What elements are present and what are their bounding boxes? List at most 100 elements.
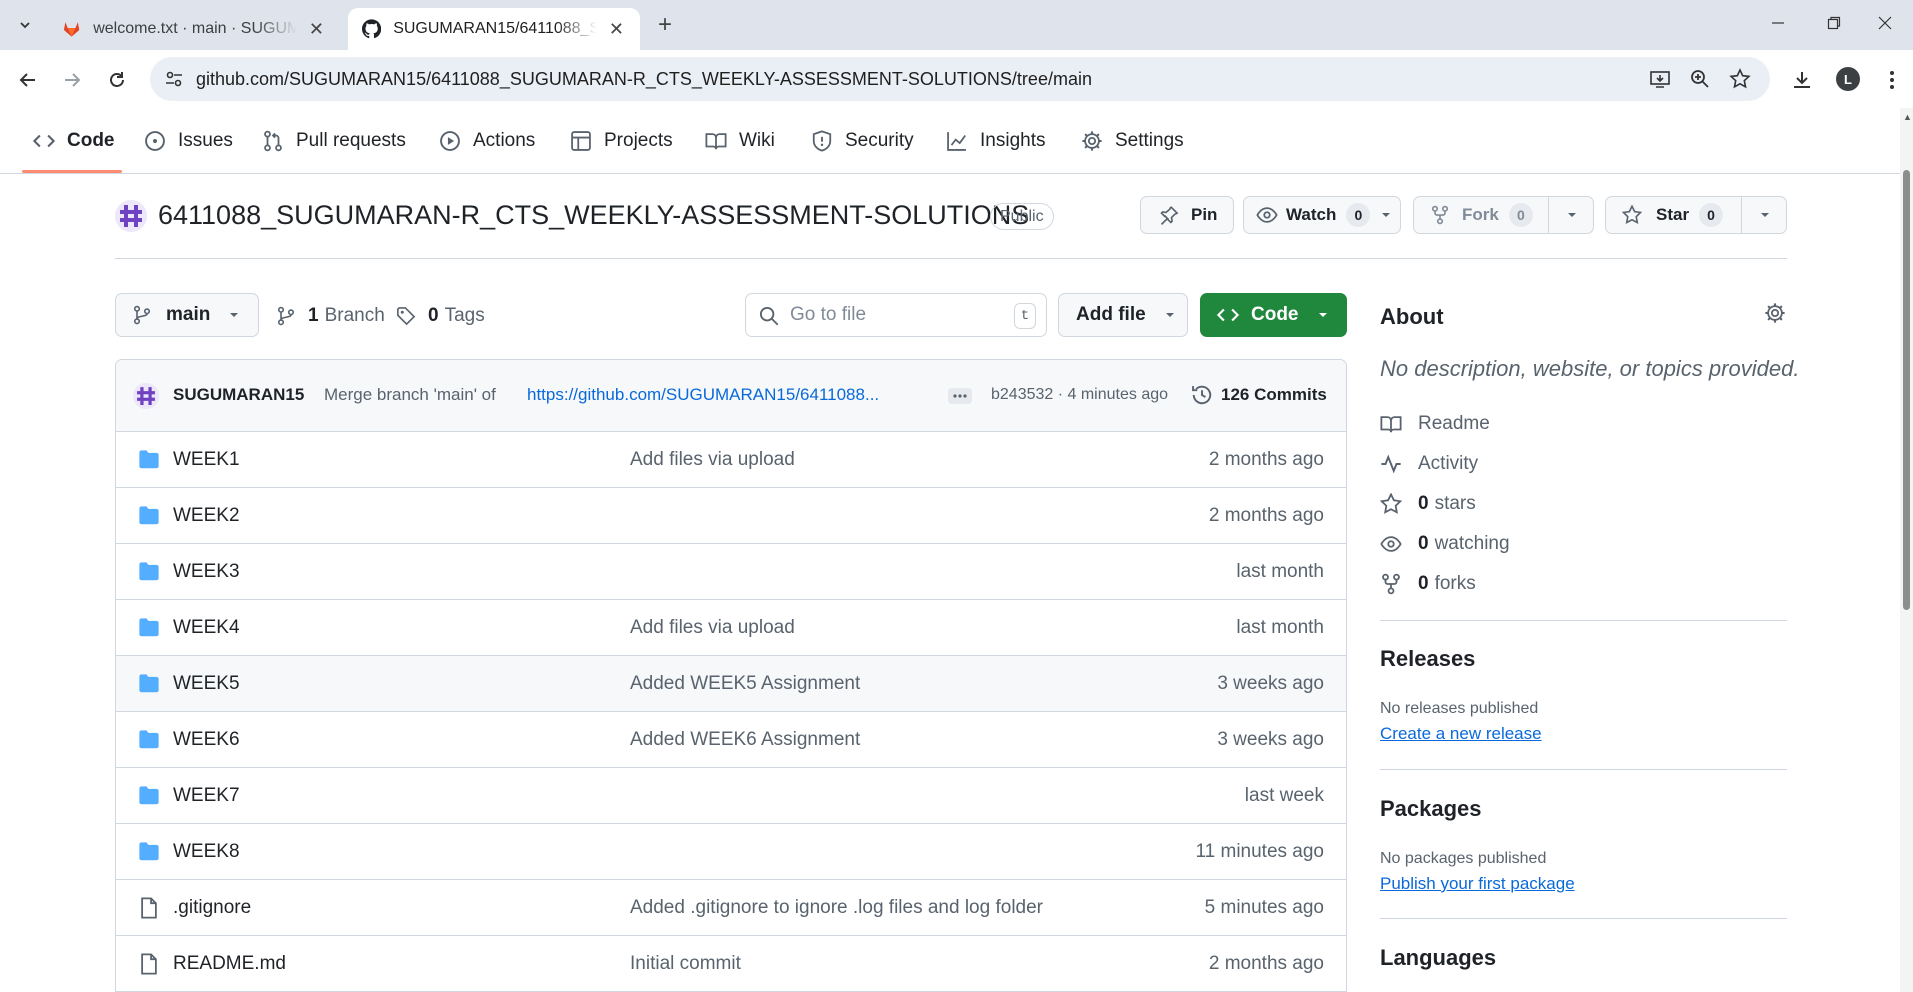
file-row[interactable]: WEEK1 Add files via upload 2 months ago bbox=[116, 432, 1346, 488]
tab-code[interactable]: Code bbox=[33, 124, 115, 158]
downloads-button[interactable] bbox=[1786, 64, 1818, 96]
releases-empty-text: No releases published bbox=[1380, 700, 1539, 717]
site-info-icon[interactable] bbox=[162, 67, 186, 91]
repo-owner-avatar[interactable] bbox=[115, 200, 147, 232]
commits-history-link[interactable]: 126 Commits bbox=[1191, 384, 1327, 406]
repo-title[interactable]: 6411088_SUGUMARAN-R_CTS_WEEKLY-ASSESSMEN… bbox=[158, 200, 1029, 231]
file-name-link[interactable]: WEEK4 bbox=[173, 617, 240, 639]
tab-settings[interactable]: Settings bbox=[1081, 124, 1184, 158]
new-tab-button[interactable]: + bbox=[650, 11, 680, 38]
file-commit-message[interactable]: Add files via upload bbox=[630, 449, 795, 471]
go-to-file-search[interactable]: t bbox=[745, 293, 1047, 337]
zoom-icon[interactable] bbox=[1688, 67, 1712, 91]
minimize-button[interactable] bbox=[1750, 0, 1806, 46]
tab-wiki[interactable]: Wiki bbox=[705, 124, 775, 158]
commit-message[interactable]: Merge branch 'main' of bbox=[324, 385, 496, 405]
file-name-link[interactable]: WEEK6 bbox=[173, 729, 240, 751]
commit-author[interactable]: SUGUMARAN15 bbox=[173, 385, 304, 405]
file-name-link[interactable]: .gitignore bbox=[173, 897, 251, 919]
file-commit-message[interactable]: Added WEEK5 Assignment bbox=[630, 673, 860, 695]
reload-button[interactable] bbox=[101, 64, 133, 96]
close-icon[interactable]: ✕ bbox=[607, 19, 626, 39]
star-dropdown[interactable] bbox=[1741, 197, 1787, 233]
tab-actions[interactable]: Actions bbox=[439, 124, 535, 158]
watch-button[interactable]: Watch 0 bbox=[1243, 196, 1401, 234]
tags-link[interactable]: 0 Tags bbox=[396, 301, 485, 331]
tab-pull-requests[interactable]: Pull requests bbox=[262, 124, 406, 158]
install-app-icon[interactable] bbox=[1648, 67, 1672, 91]
add-file-button[interactable]: Add file bbox=[1058, 293, 1188, 337]
code-button[interactable]: Code bbox=[1200, 293, 1347, 337]
commit-author-avatar[interactable] bbox=[133, 383, 159, 409]
about-settings-button[interactable] bbox=[1764, 302, 1786, 324]
close-window-button[interactable] bbox=[1857, 0, 1913, 46]
commit-sha-time[interactable]: b243532 · 4 minutes ago bbox=[991, 386, 1168, 404]
fork-button[interactable]: Fork 0 bbox=[1413, 196, 1594, 234]
bookmark-star-icon[interactable] bbox=[1728, 67, 1752, 91]
forward-button[interactable] bbox=[56, 64, 88, 96]
about-description: No description, website, or topics provi… bbox=[1380, 356, 1800, 381]
scrollbar-thumb[interactable] bbox=[1903, 170, 1910, 610]
pin-button[interactable]: Pin bbox=[1140, 196, 1234, 234]
create-release-link[interactable]: Create a new release bbox=[1380, 724, 1542, 744]
browser-menu-button[interactable] bbox=[1876, 64, 1908, 96]
activity-link[interactable]: Activity bbox=[1380, 450, 1478, 478]
file-row[interactable]: WEEK8 11 minutes ago bbox=[116, 824, 1346, 880]
tab-insights[interactable]: Insights bbox=[946, 124, 1045, 158]
file-commit-message[interactable]: Initial commit bbox=[630, 953, 741, 975]
file-row[interactable]: README.md Initial commit 2 months ago bbox=[116, 936, 1346, 992]
header-divider bbox=[115, 258, 1787, 259]
file-name-link[interactable]: WEEK7 bbox=[173, 785, 240, 807]
forks-link[interactable]: 0 forks bbox=[1380, 570, 1476, 598]
file-name-link[interactable]: WEEK1 bbox=[173, 449, 240, 471]
file-row[interactable]: WEEK5 Added WEEK5 Assignment 3 weeks ago bbox=[116, 656, 1346, 712]
file-name-link[interactable]: WEEK3 bbox=[173, 561, 240, 583]
file-name-link[interactable]: WEEK8 bbox=[173, 841, 240, 863]
file-name-link[interactable]: README.md bbox=[173, 953, 286, 975]
file-name-link[interactable]: WEEK5 bbox=[173, 673, 240, 695]
restore-button[interactable] bbox=[1806, 0, 1862, 46]
go-to-file-input[interactable] bbox=[790, 304, 990, 326]
publish-package-link[interactable]: Publish your first package bbox=[1380, 874, 1575, 894]
tag-icon bbox=[397, 307, 416, 326]
file-row[interactable]: WEEK2 2 months ago bbox=[116, 488, 1346, 544]
file-name-link[interactable]: WEEK2 bbox=[173, 505, 240, 527]
file-row[interactable]: WEEK7 last week bbox=[116, 768, 1346, 824]
file-commit-message[interactable]: Added WEEK6 Assignment bbox=[630, 729, 860, 751]
tab-projects[interactable]: Projects bbox=[570, 124, 673, 158]
shield-icon bbox=[812, 130, 832, 152]
browser-tab-gitlab[interactable]: welcome.txt · main · SUGUMARAN ✕ bbox=[48, 8, 340, 50]
browser-tab-github[interactable]: SUGUMARAN15/6411088_SUGUMARAN ✕ bbox=[348, 8, 640, 50]
watch-count: 0 bbox=[1346, 203, 1371, 227]
stars-link[interactable]: 0 stars bbox=[1380, 490, 1476, 518]
file-row[interactable]: WEEK4 Add files via upload last month bbox=[116, 600, 1346, 656]
file-row[interactable]: .gitignore Added .gitignore to ignore .lo… bbox=[116, 880, 1346, 936]
github-icon bbox=[362, 19, 382, 39]
close-icon[interactable]: ✕ bbox=[307, 19, 326, 39]
watching-link[interactable]: 0 watching bbox=[1380, 530, 1510, 558]
tab-issues[interactable]: Issues bbox=[144, 124, 233, 158]
scroll-up-icon[interactable]: ▲ bbox=[1903, 112, 1912, 122]
file-commit-message[interactable]: Add files via upload bbox=[630, 617, 795, 639]
branches-link[interactable]: 1 Branch bbox=[276, 301, 385, 331]
tab-search-button[interactable] bbox=[10, 12, 40, 38]
readme-link[interactable]: Readme bbox=[1380, 410, 1490, 438]
commit-message-link[interactable]: https://github.com/SUGUMARAN15/6411088..… bbox=[527, 385, 879, 405]
packages-empty-text: No packages published bbox=[1380, 850, 1547, 867]
file-commit-message[interactable]: Added .gitignore to ignore .log files an… bbox=[630, 897, 1043, 919]
file-row[interactable]: WEEK3 last month bbox=[116, 544, 1346, 600]
close-icon bbox=[1878, 16, 1892, 30]
address-bar[interactable]: github.com/SUGUMARAN15/6411088_SUGUMARAN… bbox=[150, 57, 1770, 101]
expand-commit-button[interactable] bbox=[948, 388, 972, 404]
fork-dropdown[interactable] bbox=[1548, 197, 1594, 233]
tab-security[interactable]: Security bbox=[811, 124, 914, 158]
page-scrollbar[interactable]: ▲ bbox=[1900, 108, 1913, 992]
releases-heading[interactable]: Releases bbox=[1380, 646, 1475, 672]
file-row[interactable]: WEEK6 Added WEEK6 Assignment 3 weeks ago bbox=[116, 712, 1346, 768]
star-button[interactable]: Star 0 bbox=[1605, 196, 1787, 234]
packages-heading[interactable]: Packages bbox=[1380, 796, 1482, 822]
fork-label: Fork bbox=[1462, 205, 1499, 224]
back-button[interactable] bbox=[12, 64, 44, 96]
profile-avatar[interactable]: L bbox=[1836, 67, 1860, 91]
branch-selector[interactable]: main bbox=[115, 293, 259, 337]
